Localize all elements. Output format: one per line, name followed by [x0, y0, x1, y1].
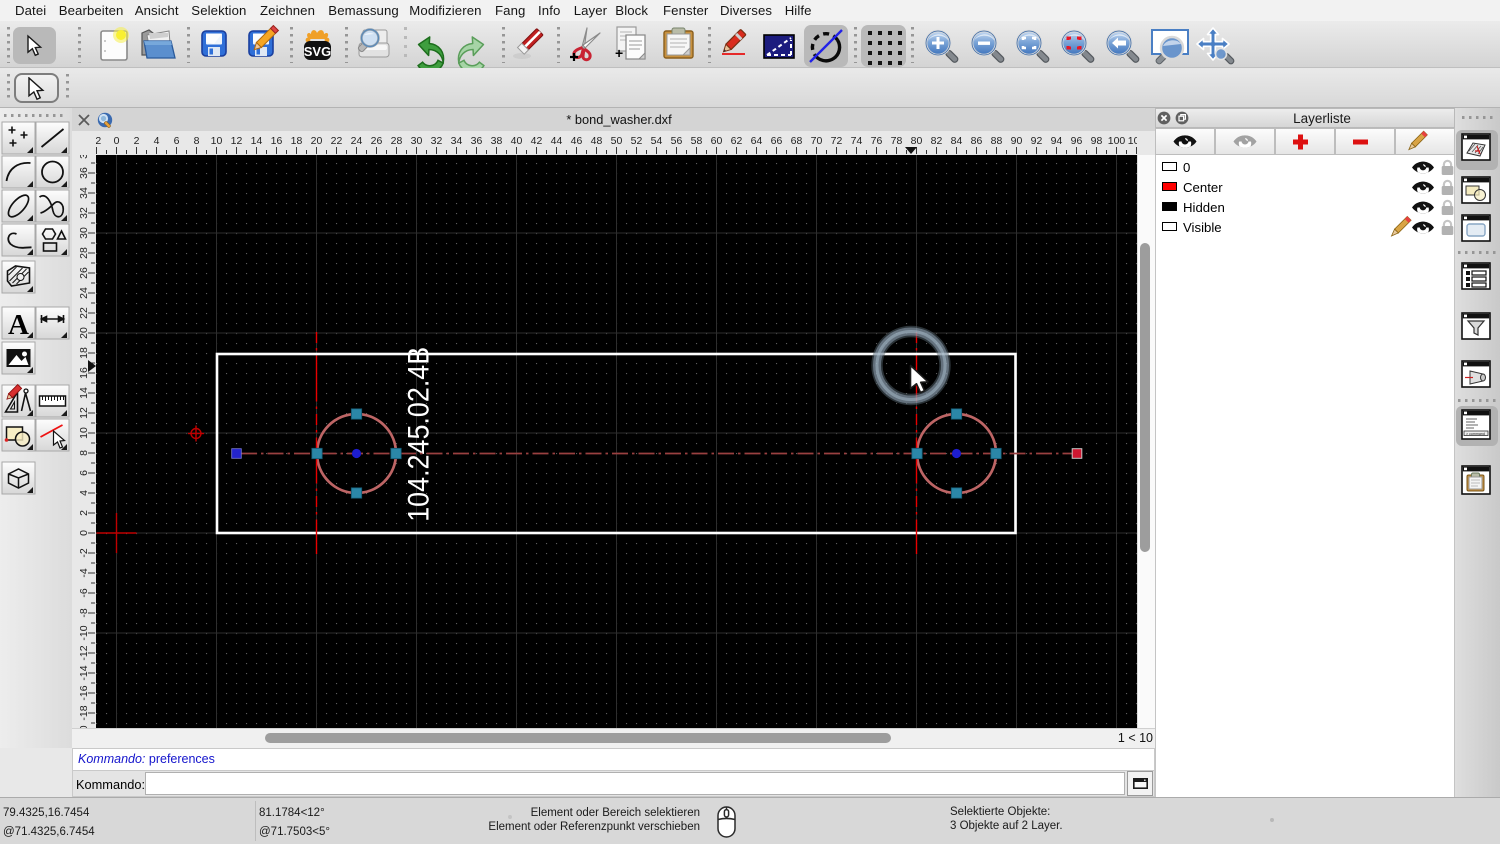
svg-text:12: 12 [231, 135, 243, 147]
svg-text:42: 42 [531, 135, 543, 147]
svg-text:30: 30 [78, 227, 90, 239]
svg-text:-14: -14 [78, 665, 90, 680]
svg-text:58: 58 [691, 135, 703, 147]
svg-text:90: 90 [1011, 135, 1023, 147]
svg-text:48: 48 [591, 135, 603, 147]
svg-text:76: 76 [871, 135, 883, 147]
svg-text:8: 8 [194, 135, 200, 147]
svg-text:96: 96 [1071, 135, 1083, 147]
svg-text:4: 4 [154, 135, 160, 147]
svg-text:4: 4 [78, 490, 90, 496]
svg-text:24: 24 [351, 135, 363, 147]
svg-text:104.245.02.4B: 104.245.02.4B [403, 347, 436, 522]
svg-text:-4: -4 [78, 568, 90, 577]
svg-text:18: 18 [291, 135, 303, 147]
svg-text:88: 88 [991, 135, 1003, 147]
svg-text:52: 52 [631, 135, 643, 147]
svg-text:-12: -12 [78, 645, 90, 660]
svg-text:10: 10 [211, 135, 223, 147]
svg-text:12: 12 [78, 407, 90, 419]
svg-text:30: 30 [411, 135, 423, 147]
svg-text:102: 102 [1128, 135, 1137, 147]
svg-text:6: 6 [78, 470, 90, 476]
svg-text:-16: -16 [78, 685, 90, 700]
svg-text:28: 28 [391, 135, 403, 147]
svg-text:92: 92 [1031, 135, 1043, 147]
svg-text:60: 60 [711, 135, 723, 147]
svg-text:-10: -10 [78, 625, 90, 640]
svg-text:26: 26 [371, 135, 383, 147]
svg-text:40: 40 [511, 135, 523, 147]
svg-text:-2: -2 [78, 548, 90, 557]
svg-text:98: 98 [1091, 135, 1103, 147]
svg-text:72: 72 [831, 135, 843, 147]
svg-text:94: 94 [1051, 135, 1063, 147]
svg-text:78: 78 [891, 135, 903, 147]
svg-text:80: 80 [911, 135, 923, 147]
svg-text:SVG: SVG [304, 44, 331, 59]
svg-text:10: 10 [78, 427, 90, 439]
svg-text:-6: -6 [78, 588, 90, 597]
svg-text:20: 20 [78, 327, 90, 339]
svg-text:36: 36 [471, 135, 483, 147]
svg-text:34: 34 [451, 135, 463, 147]
svg-text:46: 46 [571, 135, 583, 147]
svg-text:68: 68 [791, 135, 803, 147]
svg-text:100: 100 [1108, 135, 1126, 147]
svg-text:14: 14 [78, 387, 90, 399]
svg-text:64: 64 [751, 135, 763, 147]
svg-text:32: 32 [431, 135, 443, 147]
svg-text:16: 16 [271, 135, 283, 147]
svg-text:A: A [8, 309, 29, 341]
svg-text:38: 38 [491, 135, 503, 147]
svg-text:28: 28 [78, 247, 90, 259]
svg-text:+: + [615, 45, 623, 61]
svg-text:2: 2 [78, 510, 90, 516]
svg-text:> command: > command [1466, 432, 1485, 436]
svg-text:20: 20 [311, 135, 323, 147]
svg-text:36: 36 [78, 167, 90, 179]
svg-text:2: 2 [134, 135, 140, 147]
svg-text:84: 84 [951, 135, 963, 147]
svg-text:44: 44 [551, 135, 563, 147]
svg-text:66: 66 [771, 135, 783, 147]
svg-text:0: 0 [114, 135, 120, 147]
svg-text:86: 86 [971, 135, 983, 147]
svg-text:82: 82 [931, 135, 943, 147]
svg-text:54: 54 [651, 135, 663, 147]
svg-text:-18: -18 [78, 705, 90, 720]
svg-text:-2: -2 [96, 135, 101, 147]
svg-text:26: 26 [78, 267, 90, 279]
svg-text:32: 32 [78, 207, 90, 219]
svg-text:-8: -8 [78, 608, 90, 617]
svg-text:8: 8 [78, 450, 90, 456]
svg-text:18: 18 [78, 347, 90, 359]
svg-text:74: 74 [851, 135, 863, 147]
svg-text:50: 50 [611, 135, 623, 147]
svg-text:22: 22 [78, 307, 90, 319]
svg-text:56: 56 [671, 135, 683, 147]
svg-text:70: 70 [811, 135, 823, 147]
svg-text:62: 62 [731, 135, 743, 147]
svg-text:14: 14 [251, 135, 263, 147]
svg-text:38: 38 [78, 155, 90, 159]
svg-text:22: 22 [331, 135, 343, 147]
svg-text:6: 6 [174, 135, 180, 147]
svg-text:34: 34 [78, 187, 90, 199]
svg-text:0: 0 [78, 530, 90, 536]
svg-text:24: 24 [78, 287, 90, 299]
